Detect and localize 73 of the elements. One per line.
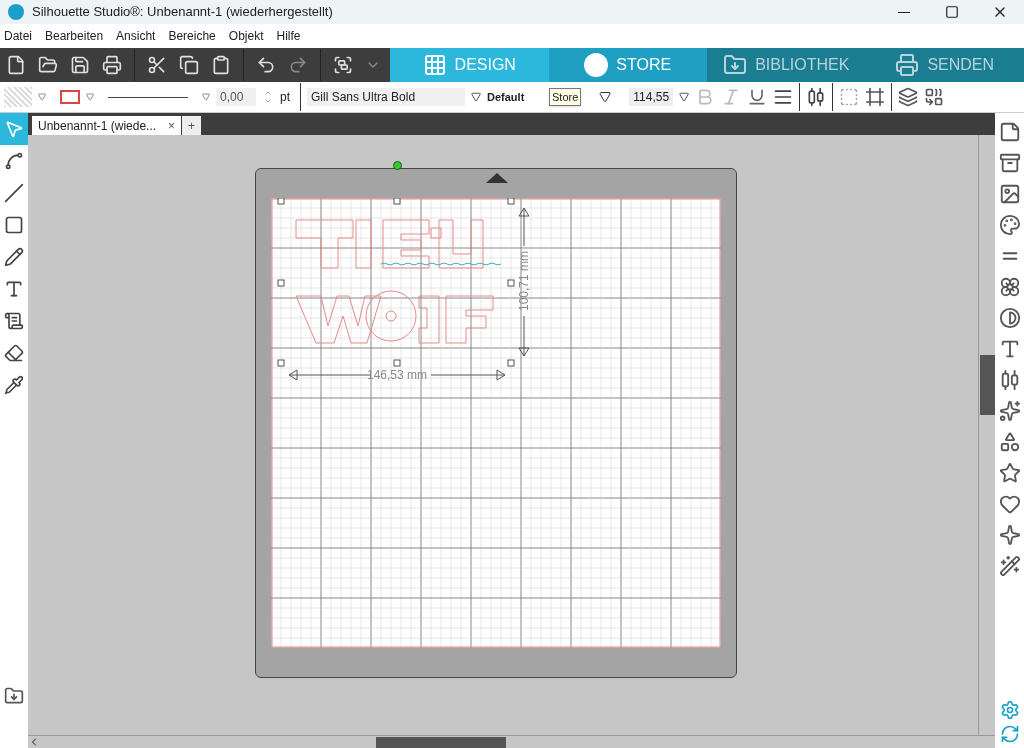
scrollbar-thumb[interactable]	[376, 736, 506, 748]
flower-icon[interactable]	[998, 276, 1021, 298]
menu-item[interactable]: Objekt	[228, 27, 264, 45]
undo-icon[interactable]	[256, 55, 276, 75]
node-tool-icon	[4, 151, 24, 171]
unit-label: pt	[280, 89, 290, 106]
new-tab-button[interactable]: +	[182, 116, 202, 135]
shapes-icon[interactable]	[998, 431, 1021, 453]
contrast-icon[interactable]	[998, 307, 1021, 329]
app-logo-icon	[8, 4, 24, 20]
font-size-field[interactable]: 114,55	[629, 88, 674, 106]
pencil-tool-icon	[4, 247, 24, 267]
menu-item[interactable]: Datei	[4, 27, 32, 45]
horizontal-scrollbar[interactable]	[28, 735, 995, 748]
download-folder-icon[interactable]	[4, 686, 24, 706]
print-icon[interactable]	[102, 55, 122, 75]
heart-icon[interactable]	[998, 493, 1021, 515]
line-tool-icon	[4, 183, 24, 203]
font-style-dropdown[interactable]: Default	[487, 88, 543, 106]
menu-item[interactable]: Bereiche	[168, 27, 216, 45]
rotate-handle[interactable]	[392, 161, 402, 170]
knife-tool-icon	[4, 375, 24, 395]
menu-item[interactable]: Ansicht	[116, 27, 156, 45]
redo-icon[interactable]	[288, 55, 308, 75]
image-icon[interactable]	[998, 183, 1021, 205]
tab-icon	[723, 53, 748, 77]
open-folder-icon[interactable]	[38, 55, 58, 75]
vertical-scrollbar[interactable]	[978, 135, 995, 735]
line-style-selector[interactable]	[108, 96, 188, 98]
settings-icon[interactable]	[999, 700, 1020, 720]
scrollbar-thumb[interactable]	[979, 355, 995, 415]
menu-item[interactable]: Hilfe	[276, 27, 301, 45]
ungroup-icon[interactable]	[865, 87, 886, 107]
height-dimension-label: 100,71 mm	[516, 251, 531, 311]
refresh-icon[interactable]	[999, 724, 1020, 744]
minimize-icon	[898, 11, 910, 13]
eraser-tool-icon	[4, 343, 24, 363]
tab-icon	[895, 53, 920, 77]
select-tool-icon	[4, 119, 24, 139]
text-tool-icon	[4, 279, 24, 299]
menu-item[interactable]: Bearbeiten	[45, 27, 104, 45]
combine-icon[interactable]	[924, 87, 945, 107]
window-title: Silhouette Studio®: Unbenannt-1 (wiederhergestellt)	[32, 3, 333, 22]
scissors-icon[interactable]	[147, 55, 167, 75]
page-icon[interactable]	[998, 121, 1021, 143]
sketch-tool-icon	[4, 311, 24, 331]
maximize-icon	[945, 5, 959, 19]
logo-icon	[584, 53, 609, 77]
group-icon[interactable]	[333, 55, 353, 75]
rectangle-tool-icon	[4, 215, 24, 235]
selection-handles[interactable]	[277, 198, 514, 367]
align-icon[interactable]	[773, 87, 794, 107]
distribute-icon[interactable]	[806, 87, 827, 107]
clipboard-icon[interactable]	[211, 55, 231, 75]
caret-icon[interactable]	[599, 91, 612, 103]
new-file-icon[interactable]	[6, 55, 26, 75]
document-tab[interactable]: Unbenannt-1 (wiede... ×	[32, 116, 182, 135]
fill-pattern-swatch[interactable]	[4, 87, 32, 107]
palette-icon[interactable]	[998, 214, 1021, 236]
arrow-up-icon	[485, 173, 508, 183]
star-icon[interactable]	[998, 462, 1021, 484]
width-dimension-label: 146,53 mm	[366, 368, 427, 382]
line-color-swatch[interactable]	[60, 90, 80, 104]
tab-icon	[422, 53, 447, 77]
font-field[interactable]: Gill Sans Ultra Bold	[307, 88, 465, 106]
save-icon[interactable]	[70, 55, 90, 75]
layers-icon[interactable]	[898, 87, 919, 107]
document-tab-label: Unbenannt-1 (wiede...	[38, 117, 157, 135]
tooltip: Store	[549, 87, 582, 107]
sparkle-icon[interactable]	[998, 400, 1021, 422]
copy-icon[interactable]	[179, 55, 199, 75]
close-tab-button[interactable]: ×	[168, 116, 176, 135]
line-width-field[interactable]: 0,00	[216, 88, 256, 106]
